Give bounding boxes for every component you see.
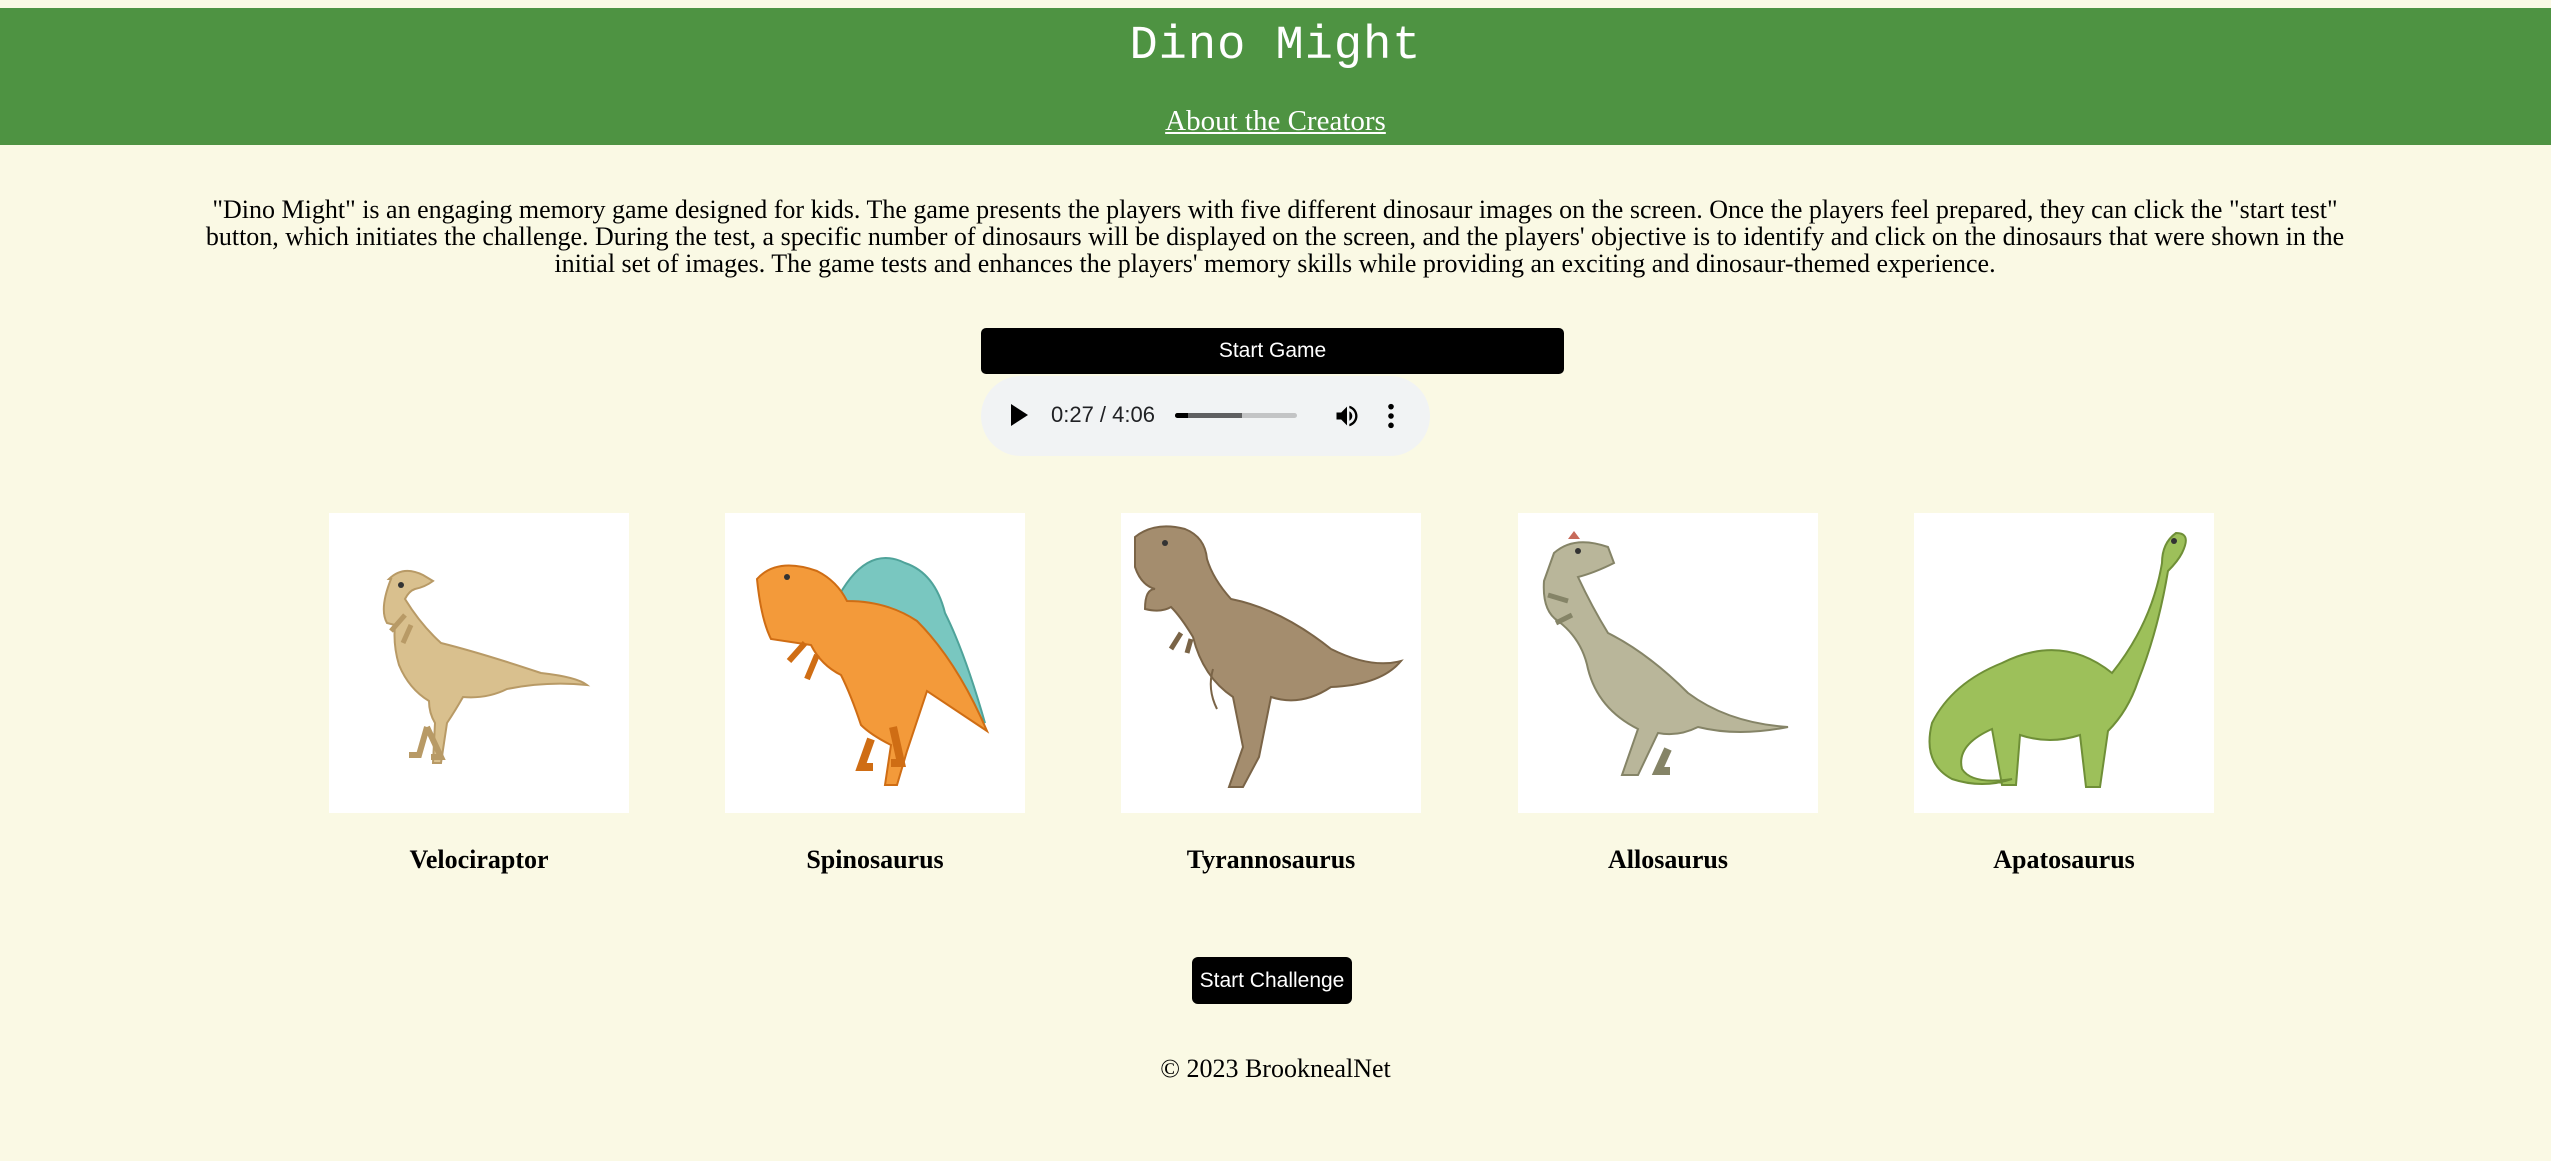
volume-icon[interactable] <box>1333 402 1361 430</box>
game-description: "Dino Might" is an engaging memory game … <box>205 195 2345 278</box>
audio-time-display: 0:27 / 4:06 <box>1051 402 1155 427</box>
top-strip <box>0 0 2551 8</box>
dino-name: Velociraptor <box>409 845 549 874</box>
dino-card-tyrannosaurus: Tyrannosaurus <box>1121 513 1421 875</box>
dino-card-allosaurus: Allosaurus <box>1518 513 1818 875</box>
about-creators-link[interactable]: About the Creators <box>0 105 2551 138</box>
audio-played-fill <box>1175 413 1189 418</box>
apatosaurus-image[interactable] <box>1914 513 2214 813</box>
allosaurus-image[interactable] <box>1518 513 1818 813</box>
start-challenge-button[interactable]: Start Challenge <box>1192 957 1352 1004</box>
footer-copyright: © 2023 BrooknealNet <box>1160 1054 1391 1083</box>
dino-name: Spinosaurus <box>806 845 944 874</box>
tyrannosaurus-image[interactable] <box>1121 513 1421 813</box>
spinosaurus-image[interactable] <box>725 513 1025 813</box>
dino-card-apatosaurus: Apatosaurus <box>1914 513 2214 875</box>
site-title: Dino Might <box>1129 20 1422 73</box>
start-game-button[interactable]: Start Game <box>981 328 1564 374</box>
dino-name: Allosaurus <box>1608 845 1728 874</box>
dino-card-spinosaurus: Spinosaurus <box>725 513 1025 875</box>
audio-player: 0:27 / 4:06 <box>981 376 1430 456</box>
dino-name: Apatosaurus <box>1993 845 2135 874</box>
dino-name: Tyrannosaurus <box>1186 845 1356 874</box>
play-icon[interactable] <box>1011 404 1028 426</box>
velociraptor-image[interactable] <box>329 513 629 813</box>
dino-card-velociraptor: Velociraptor <box>329 513 629 875</box>
more-options-icon[interactable] <box>1386 402 1396 430</box>
audio-progress-bar[interactable] <box>1175 413 1297 418</box>
site-header: Dino Might About the Creators <box>0 8 2551 145</box>
dinosaur-gallery: Velociraptor Spinosaurus Tyrannosaurus A… <box>0 513 2551 893</box>
